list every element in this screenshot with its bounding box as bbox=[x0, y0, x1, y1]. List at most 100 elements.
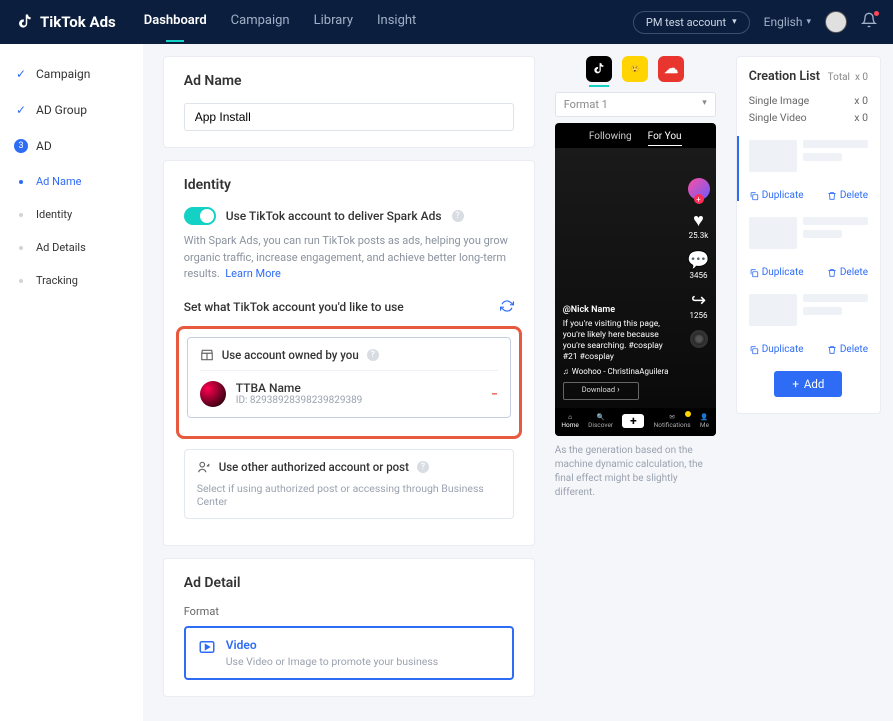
account-selector[interactable]: PM test account ▾ bbox=[633, 11, 750, 34]
right-panel: Creation List Total x 0 Single Image x 0… bbox=[724, 44, 893, 721]
ad-name-input[interactable] bbox=[184, 103, 514, 131]
sidebar-item-campaign[interactable]: ✓ Campaign bbox=[10, 62, 133, 86]
authorized-account-option[interactable]: Use other authorized account or post ? S… bbox=[184, 449, 514, 519]
nav-library[interactable]: Library bbox=[314, 13, 353, 32]
user-avatar[interactable] bbox=[825, 11, 847, 33]
creation-slot: Duplicate Delete bbox=[749, 290, 868, 355]
phone-bottom-nav: ⌂Home 🔍Discover + ✉Notifications 👤Me bbox=[555, 408, 716, 436]
preview-caption-text: If you're visiting this page, you're lik… bbox=[563, 319, 674, 363]
line-count: x 0 bbox=[854, 94, 868, 107]
helo-app-icon[interactable]: ☁ bbox=[658, 56, 684, 82]
buzzvideo-app-icon[interactable]: 😲 bbox=[622, 56, 648, 82]
music-disc-icon[interactable] bbox=[690, 330, 708, 348]
ad-name-card: Ad Name bbox=[163, 56, 535, 148]
dot-icon bbox=[14, 213, 28, 217]
video-icon bbox=[198, 638, 216, 659]
nav-label: Home bbox=[561, 421, 579, 429]
option-title: Use other authorized account or post bbox=[219, 460, 409, 474]
help-icon[interactable]: ? bbox=[367, 349, 379, 361]
plus-icon: + bbox=[792, 377, 799, 391]
step-number: 3 bbox=[14, 139, 28, 153]
duplicate-button[interactable]: Duplicate bbox=[749, 267, 804, 278]
creation-slot: Duplicate Delete bbox=[749, 213, 868, 278]
nav-links: Dashboard Campaign Library Insight bbox=[144, 13, 417, 32]
sidebar-sub-adname[interactable]: Ad Name bbox=[10, 170, 133, 193]
sidebar-label: AD Group bbox=[36, 103, 87, 117]
tab-following[interactable]: Following bbox=[589, 131, 632, 142]
remove-account-button[interactable]: − bbox=[491, 387, 498, 401]
sidebar-sub-tracking[interactable]: Tracking bbox=[10, 269, 133, 292]
slot-placeholder bbox=[749, 290, 868, 330]
preview-column: 😲 ☁ Format 1 ▾ Following For You ♥25.3k … bbox=[547, 44, 724, 721]
sidebar-sub-addetails[interactable]: Ad Details bbox=[10, 236, 133, 259]
help-text: With Spark Ads, you can run TikTok posts… bbox=[184, 233, 514, 283]
delete-button[interactable]: Delete bbox=[827, 267, 868, 278]
learn-more-link[interactable]: Learn More bbox=[225, 267, 281, 280]
duplicate-button[interactable]: Duplicate bbox=[749, 190, 804, 201]
trash-icon bbox=[827, 191, 837, 201]
slot-placeholder bbox=[749, 136, 868, 176]
nav-label: Me bbox=[700, 421, 709, 429]
sidebar-label: Tracking bbox=[36, 274, 78, 287]
spark-ads-toggle[interactable] bbox=[184, 207, 216, 225]
add-creation-button[interactable]: + Add bbox=[774, 371, 842, 397]
nav-campaign[interactable]: Campaign bbox=[231, 13, 290, 32]
share-button[interactable]: ↪1256 bbox=[690, 290, 708, 320]
own-account-option[interactable]: Use account owned by you ? TTBA Name ID:… bbox=[187, 337, 511, 418]
profile-follow-icon[interactable] bbox=[688, 178, 710, 200]
sidebar-item-ad[interactable]: 3 AD bbox=[10, 134, 133, 158]
phone-action-rail: ♥25.3k 💬3456 ↪1256 bbox=[687, 178, 709, 348]
phone-nav-home[interactable]: ⌂Home bbox=[561, 413, 579, 429]
add-label: Add bbox=[804, 377, 824, 391]
delete-button[interactable]: Delete bbox=[827, 344, 868, 355]
thumb-placeholder bbox=[749, 140, 797, 172]
tab-foryou[interactable]: For You bbox=[648, 131, 682, 142]
language-selector[interactable]: English ▾ bbox=[764, 15, 811, 29]
phone-caption: @Nick Name If you're visiting this page,… bbox=[563, 305, 708, 400]
help-icon[interactable]: ? bbox=[417, 461, 429, 473]
total-count: x 0 bbox=[855, 72, 868, 83]
sidebar-sub-identity[interactable]: Identity bbox=[10, 203, 133, 226]
format-video-option[interactable]: Video Use Video or Image to promote your… bbox=[184, 626, 514, 680]
refresh-icon[interactable] bbox=[500, 299, 514, 316]
delete-button[interactable]: Delete bbox=[827, 190, 868, 201]
app-icon-tabs: 😲 ☁ bbox=[555, 56, 716, 82]
account-display-name: TTBA Name bbox=[236, 381, 363, 395]
thumb-placeholder bbox=[749, 294, 797, 326]
sidebar-label: Campaign bbox=[36, 67, 90, 81]
notification-badge bbox=[685, 411, 691, 417]
format-dropdown[interactable]: Format 1 ▾ bbox=[555, 92, 716, 117]
creation-list-card: Creation List Total x 0 Single Image x 0… bbox=[736, 56, 881, 414]
comment-icon: 💬 bbox=[687, 250, 709, 271]
store-icon bbox=[200, 348, 214, 362]
thumb-placeholder bbox=[749, 217, 797, 249]
phone-body: ♥25.3k 💬3456 ↪1256 @Nick Name If you're … bbox=[555, 148, 716, 408]
toggle-label: Use TikTok account to deliver Spark Ads bbox=[226, 209, 442, 223]
comment-button[interactable]: 💬3456 bbox=[687, 250, 709, 280]
duplicate-button[interactable]: Duplicate bbox=[749, 344, 804, 355]
set-account-label: Set what TikTok account you'd like to us… bbox=[184, 300, 404, 314]
phone-nav-discover[interactable]: 🔍Discover bbox=[588, 413, 613, 429]
trash-icon bbox=[827, 345, 837, 355]
account-name: PM test account bbox=[646, 16, 726, 29]
line-label: Single Video bbox=[749, 111, 807, 124]
help-icon[interactable]: ? bbox=[452, 210, 464, 222]
comment-count: 3456 bbox=[687, 271, 709, 280]
nav-dashboard[interactable]: Dashboard bbox=[144, 13, 207, 32]
format-dropdown-label: Format 1 bbox=[564, 98, 608, 111]
phone-nav-add[interactable]: + bbox=[622, 414, 644, 428]
phone-nav-me[interactable]: 👤Me bbox=[700, 413, 709, 429]
highlighted-account-section: Use account owned by you ? TTBA Name ID:… bbox=[176, 326, 522, 439]
tiktok-app-icon[interactable] bbox=[586, 56, 612, 82]
heart-icon: ♥ bbox=[689, 210, 709, 231]
nav-insight[interactable]: Insight bbox=[377, 13, 416, 32]
like-count: 25.3k bbox=[689, 231, 709, 240]
sidebar-item-adgroup[interactable]: ✓ AD Group bbox=[10, 98, 133, 122]
download-cta[interactable]: Download › bbox=[563, 382, 639, 400]
phone-nav-notifications[interactable]: ✉Notifications bbox=[654, 413, 691, 429]
card-title: Identity bbox=[184, 177, 514, 193]
notifications-icon[interactable] bbox=[861, 12, 877, 32]
phone-preview: Following For You ♥25.3k 💬3456 ↪1256 @Ni… bbox=[555, 123, 716, 436]
like-button[interactable]: ♥25.3k bbox=[689, 210, 709, 240]
dot-icon bbox=[14, 180, 28, 184]
